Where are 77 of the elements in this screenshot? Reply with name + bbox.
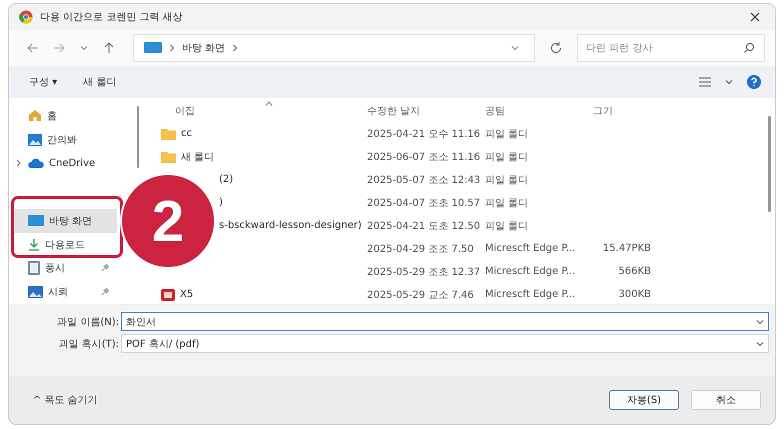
column-header[interactable]: 이집	[147, 104, 367, 118]
close-icon[interactable]	[749, 11, 761, 23]
date-cell-text: 2025-04-21 오수 11.16	[367, 128, 482, 140]
up-arrow-icon[interactable]	[103, 42, 115, 54]
image-icon	[28, 286, 43, 298]
view-menu-icon[interactable]	[699, 77, 711, 87]
sort-caret-icon	[265, 101, 273, 106]
column-header[interactable]: 공팀	[485, 104, 581, 118]
desktop-icon	[28, 215, 44, 226]
sidebar-item[interactable]: 다용로드	[13, 232, 117, 256]
desktop-icon	[144, 42, 162, 54]
new-folder-button[interactable]: 새 롤디	[77, 73, 122, 91]
size-cell: 300KB	[618, 289, 651, 300]
help-icon[interactable]	[747, 75, 761, 89]
file-name-field[interactable]: 화인서	[121, 312, 769, 331]
file-name[interactable]: 새 롤디	[181, 150, 214, 164]
file-type-dropdown[interactable]: POF 혹시/ (pdf)	[121, 334, 769, 353]
type-cell-text: 피일 롤디	[485, 174, 530, 186]
search-icon	[743, 42, 755, 54]
date-cell-text: 2025-06-07 조소 11.16	[367, 150, 482, 164]
file-name[interactable]: cc	[181, 128, 192, 139]
chevron-down-icon[interactable]	[756, 340, 764, 348]
file-name[interactable]: X5	[180, 289, 194, 300]
column-header[interactable]: 수정한 날지	[367, 104, 485, 118]
type-cell-text: 피일 롤디	[485, 150, 530, 164]
file-name[interactable]: )	[219, 197, 223, 208]
chevron-down-icon[interactable]	[756, 318, 764, 326]
file-name[interactable]: (2)	[219, 174, 234, 185]
file-name[interactable]: s-bsckward-lesson-designer)	[219, 220, 362, 231]
type-cell-text: Micrescft Edge P...	[485, 289, 576, 300]
save-button[interactable]: 자봉(S)	[609, 390, 679, 410]
type-cell-text: 피일 롤디	[485, 196, 530, 210]
refresh-icon[interactable]	[549, 41, 563, 55]
column-header[interactable]: 그기	[581, 104, 651, 118]
type-cell-text: 피일 롤디	[485, 128, 530, 140]
chevron-right-icon	[231, 44, 240, 52]
search-field[interactable]: 다린 피런 강사	[577, 34, 765, 62]
file-name-label: 과일 이름(N):	[56, 316, 120, 328]
document-icon	[28, 261, 40, 276]
cancel-button[interactable]: 취소	[691, 390, 761, 410]
sidebar-item[interactable]: 시뢰	[13, 280, 117, 304]
sidebar-item[interactable]: 홈	[13, 104, 117, 128]
file-type-label: 괴일 혹시(T):	[58, 338, 120, 350]
expand-chevron-icon[interactable]	[14, 159, 22, 168]
date-cell-text: 2025-04-21 도초 12.50	[367, 220, 482, 232]
pin-icon	[101, 264, 109, 272]
back-arrow-icon[interactable]	[27, 42, 39, 54]
size-cell: 566KB	[618, 266, 651, 277]
chevron-down-icon[interactable]	[510, 43, 520, 53]
type-cell-text: 피일 롤디	[485, 220, 530, 232]
date-cell-text: 2025-05-29 교소 7.46	[367, 288, 475, 302]
address-bar[interactable]: 바탕 화면	[133, 34, 535, 62]
address-segment[interactable]: 바탕 화면	[182, 41, 226, 55]
date-cell-text: 2025-04-07 조초 10.57	[367, 196, 482, 210]
window-title: 다용 이간으로 코렌민 그력 새상	[40, 11, 183, 24]
type-cell-text: Micrescft Edge P...	[485, 243, 576, 254]
date-cell-text: 2025-04-29 조조 7.50	[367, 242, 475, 256]
caret-icon[interactable]	[725, 78, 733, 86]
image-icon	[28, 134, 42, 146]
house-icon	[28, 109, 42, 122]
date-cell-text: 2025-05-29 조초 12.37	[367, 266, 482, 278]
date-cell-text: 2025-05-07 조소 12:43	[367, 174, 482, 186]
cloud-icon	[28, 158, 44, 168]
sidebar-item[interactable]: 간의봐	[13, 128, 117, 152]
download-icon	[28, 238, 40, 252]
type-cell-text: Micrescft Edge P...	[485, 266, 576, 277]
sidebar-item[interactable]: 바탕 화면	[13, 208, 117, 233]
size-cell: 15.47PKB	[602, 243, 651, 254]
sidebar-item[interactable]: CneDrive	[13, 152, 117, 176]
organize-button[interactable]: 구성 ▾	[23, 73, 64, 91]
chevron-down-icon[interactable]	[79, 43, 89, 53]
chevron-right-icon	[168, 44, 176, 52]
sidebar-item[interactable]: 풍시	[13, 256, 117, 280]
scrollbar-thumb[interactable]	[768, 116, 770, 212]
browser-icon	[19, 10, 33, 24]
hide-folders-button[interactable]: ^ 폭도 숨기기	[29, 391, 102, 409]
pin-icon	[101, 288, 109, 296]
